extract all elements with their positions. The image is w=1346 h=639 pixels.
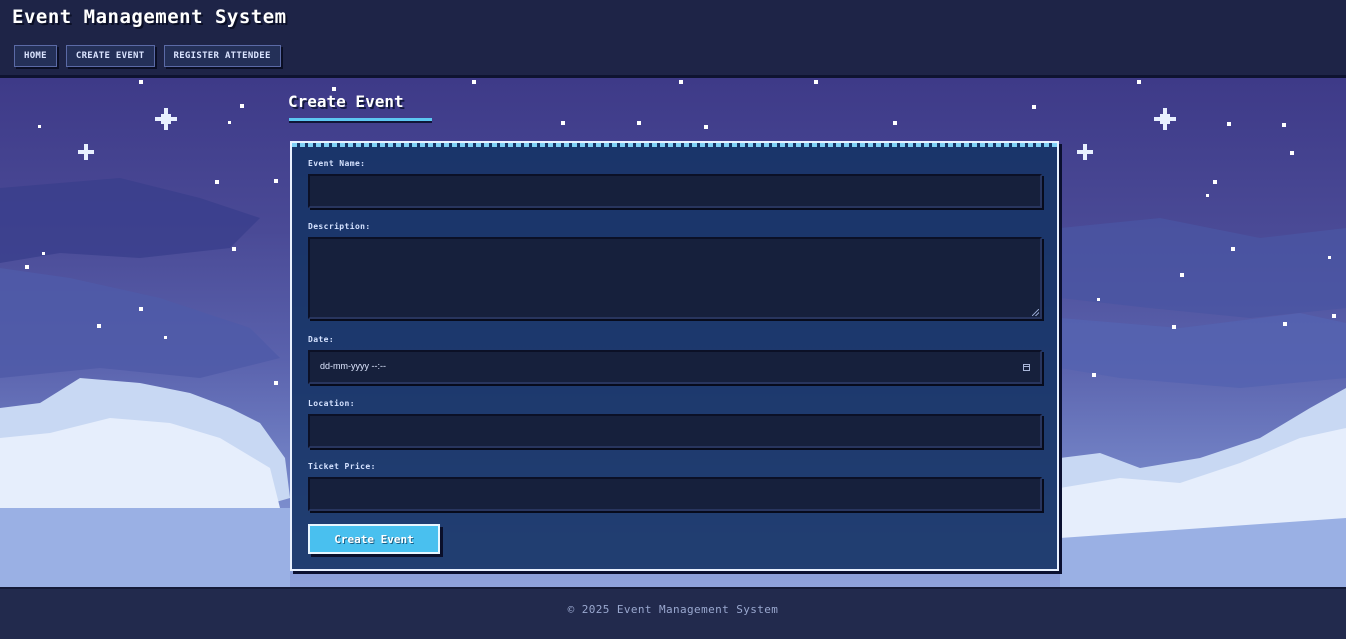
event-name-label: Event Name: bbox=[308, 159, 366, 168]
create-event-form: Event Name: Description: Date: dd-mm-yyy… bbox=[290, 141, 1059, 571]
location-label: Location: bbox=[308, 399, 355, 408]
nav-create-event-button[interactable]: CREATE EVENT bbox=[65, 45, 155, 67]
date-input[interactable]: dd-mm-yyyy --:-- bbox=[308, 350, 1042, 384]
ticket-price-label: Ticket Price: bbox=[308, 462, 376, 471]
panel-dashed-border bbox=[292, 143, 1057, 147]
page-title: Create Event bbox=[288, 92, 404, 111]
app-header: Event Management System HOME CREATE EVEN… bbox=[0, 0, 1346, 78]
date-placeholder: dd-mm-yyyy --:-- bbox=[320, 361, 386, 371]
title-underline bbox=[289, 118, 432, 121]
create-event-submit-button[interactable]: Create Event bbox=[308, 524, 440, 554]
app-title: Event Management System bbox=[12, 6, 287, 28]
calendar-icon[interactable] bbox=[1023, 364, 1030, 371]
description-wrapper bbox=[308, 237, 1042, 319]
resize-grip-icon[interactable] bbox=[1032, 309, 1039, 316]
date-label: Date: bbox=[308, 335, 335, 344]
description-label: Description: bbox=[308, 222, 371, 231]
main-nav: HOME CREATE EVENT REGISTER ATTENDEE bbox=[14, 45, 281, 67]
description-textarea[interactable] bbox=[308, 237, 1042, 319]
nav-home-button[interactable]: HOME bbox=[14, 45, 57, 67]
nav-register-attendee-button[interactable]: REGISTER ATTENDEE bbox=[163, 45, 281, 67]
event-name-input[interactable] bbox=[308, 174, 1042, 208]
footer-copyright: © 2025 Event Management System bbox=[567, 603, 779, 616]
location-input[interactable] bbox=[308, 414, 1042, 448]
app-footer: © 2025 Event Management System bbox=[0, 587, 1346, 639]
ticket-price-input[interactable] bbox=[308, 477, 1042, 511]
